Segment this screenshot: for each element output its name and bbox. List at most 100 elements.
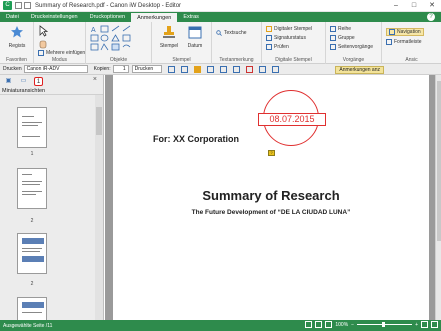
textsuche-button[interactable]: Textsuche xyxy=(216,30,247,36)
tab-datei[interactable]: Datei xyxy=(0,12,25,22)
tab-druckoptionen[interactable]: Druckoptionen xyxy=(84,12,131,22)
seitenvorgaenge-button[interactable]: Seitenvorgänge xyxy=(330,44,373,50)
copy-icon[interactable] xyxy=(258,65,266,73)
fit-width-icon[interactable] xyxy=(421,321,428,328)
document-view[interactable]: For: XX Corporation 08.07.2015 ? Summary… xyxy=(105,75,436,320)
app-icon: C xyxy=(3,1,12,10)
thumbnail-label: 1 xyxy=(30,151,34,157)
group-favoriten: Regists Favoriten xyxy=(0,22,34,64)
window-title: Summary of Research.pdf - Canon iW Deskt… xyxy=(35,2,182,9)
group-stempel: Stempel Datum Stempel xyxy=(152,22,212,64)
pane-close-button[interactable]: × xyxy=(93,76,97,83)
thumbs-view-icon[interactable] xyxy=(167,65,175,73)
signaturstatus-button[interactable]: Signaturstatus xyxy=(266,35,306,41)
thumbnail-list[interactable]: 1 2 2 xyxy=(0,95,96,320)
thumb-line xyxy=(22,174,32,175)
print-button-group: Drucken xyxy=(131,65,162,73)
quick-access-toolbar xyxy=(15,2,31,9)
pane-scroll-thumb[interactable] xyxy=(96,107,102,135)
continuous-view-icon[interactable] xyxy=(325,321,333,328)
cursor-icon[interactable] xyxy=(38,25,48,37)
thumb-line xyxy=(22,184,40,185)
digital-stamp-icon xyxy=(266,26,272,32)
note-annotation-icon[interactable]: ? xyxy=(268,150,275,156)
shapes-palette[interactable]: A xyxy=(90,25,148,51)
thumbnail-page-4[interactable] xyxy=(17,297,47,320)
group-objekte: A Objekte xyxy=(86,22,152,64)
pane-tabs: ▣ ▭ 1 xyxy=(0,75,103,87)
redo-toolbar-icon[interactable] xyxy=(232,65,240,73)
thumbnail-page-3[interactable] xyxy=(17,233,47,274)
gruppe-button[interactable]: Gruppe xyxy=(330,35,355,41)
pane-title: Miniaturansichten xyxy=(0,87,103,95)
multi-insert-icon xyxy=(38,50,44,56)
printer-select[interactable]: Canon iR-ADV xyxy=(23,65,88,73)
undo-icon[interactable] xyxy=(24,2,31,9)
for-line: For: XX Corporation xyxy=(153,134,239,144)
group-digitale-stempel: Digitaler Stempel Signaturstatus Prüfen … xyxy=(262,22,326,64)
stamp-icon xyxy=(163,26,175,38)
reihe-button[interactable]: Reihe xyxy=(330,26,351,32)
window-controls: – □ ✕ xyxy=(387,0,441,12)
hand-icon[interactable] xyxy=(38,39,48,49)
paste-icon[interactable] xyxy=(271,65,279,73)
minimize-button[interactable]: – xyxy=(387,0,405,12)
group-label-ansicht: Ansic xyxy=(405,57,418,63)
ribbon: Regists Favoriten Mehrere einfügen Modus… xyxy=(0,22,441,64)
thumbnail-pane: ▣ ▭ 1 × Miniaturansichten 1 2 2 xyxy=(0,75,104,320)
two-page-view-icon[interactable] xyxy=(315,321,323,328)
annotations-toggle[interactable]: Anmerkungen anz xyxy=(335,66,384,74)
group-label-modus: Modus xyxy=(51,57,67,63)
datum-button[interactable]: Datum xyxy=(184,25,206,49)
cut-icon[interactable] xyxy=(245,65,253,73)
group-ansicht: Navigation Formatleiste Ansic xyxy=(382,22,441,64)
maximize-button[interactable]: □ xyxy=(405,0,423,12)
drucken-label: Drucken xyxy=(3,66,22,72)
save-icon[interactable] xyxy=(15,2,22,9)
print-button[interactable]: Drucken xyxy=(131,65,162,73)
signature-status-icon xyxy=(266,35,272,41)
zoom-out-icon[interactable]: − xyxy=(351,322,354,328)
mehrere-einfuegen-button[interactable]: Mehrere einfügen xyxy=(38,50,85,56)
group-label-textanmerkung: Textanmerkung xyxy=(219,57,254,63)
undo-toolbar-icon[interactable] xyxy=(219,65,227,73)
zoom-slider-knob[interactable] xyxy=(382,322,386,327)
thumbnail-page-1[interactable] xyxy=(17,107,47,148)
pane-scrollbar[interactable] xyxy=(95,95,103,320)
svg-text:A: A xyxy=(91,27,96,34)
fit-page-icon[interactable] xyxy=(180,65,188,73)
tab-anmerkungen[interactable]: Anmerkungen xyxy=(131,12,178,22)
navigation-button[interactable]: Navigation xyxy=(386,28,424,36)
formatleiste-button[interactable]: Formatleiste xyxy=(386,39,422,45)
zoom-slider[interactable] xyxy=(357,322,413,327)
regists-button[interactable]: Regists xyxy=(5,25,29,49)
copies-group: Kopien: 1 xyxy=(94,65,129,73)
thumbnail-page-2[interactable] xyxy=(17,168,47,209)
close-button[interactable]: ✕ xyxy=(423,0,441,12)
title-bar: C Summary of Research.pdf - Canon iW Des… xyxy=(0,0,441,12)
group-vorgaenge: Reihe Gruppe Seitenvorgänge Vorgänge xyxy=(326,22,382,64)
thumb-line xyxy=(22,191,42,192)
date-stamp[interactable]: 08.07.2015 xyxy=(258,90,326,146)
copies-input[interactable]: 1 xyxy=(112,65,129,73)
digitaler-stempel-button[interactable]: Digitaler Stempel xyxy=(266,26,312,32)
document-scrollbar[interactable] xyxy=(435,75,441,320)
single-page-view-icon[interactable] xyxy=(305,321,313,328)
star-icon xyxy=(11,26,23,38)
document-scroll-thumb[interactable] xyxy=(437,81,441,241)
zoom-in-icon[interactable]: + xyxy=(415,322,418,328)
bookmarks-tab-icon[interactable]: ▭ xyxy=(19,77,28,86)
note-tool-icon[interactable] xyxy=(193,65,201,73)
tab-extras[interactable]: Extras xyxy=(177,12,205,22)
fit-page-status-icon[interactable] xyxy=(431,321,438,328)
thumb-image xyxy=(22,238,44,244)
annotation-list-tab[interactable]: 1 xyxy=(34,76,43,86)
help-icon[interactable]: ? xyxy=(427,13,435,21)
stempel-button[interactable]: Stempel xyxy=(158,25,180,49)
pruefen-button[interactable]: Prüfen xyxy=(266,44,289,50)
ribbon-tabs: Datei Druckeinstellungen Druckoptionen A… xyxy=(0,12,441,22)
thumbnails-tab-icon[interactable]: ▣ xyxy=(4,77,13,86)
tab-druckeinstellungen[interactable]: Druckeinstellungen xyxy=(25,12,84,22)
rotate-icon[interactable] xyxy=(206,65,214,73)
thumb-image xyxy=(22,302,44,308)
